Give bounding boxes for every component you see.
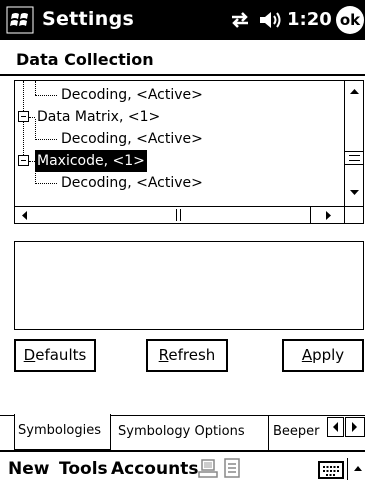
speaker-icon[interactable]: [258, 10, 282, 30]
defaults-label: efaults: [35, 346, 87, 364]
page-header: Data Collection: [0, 40, 365, 76]
connectivity-icon[interactable]: [229, 10, 251, 30]
page-title: Data Collection: [16, 50, 154, 69]
apply-button[interactable]: Apply: [282, 339, 364, 372]
tree-item-label-selected: Maxicode, <1>: [35, 150, 147, 172]
refresh-accelerator: R: [158, 346, 169, 364]
scroll-down-button[interactable]: [345, 183, 363, 203]
sync-icon[interactable]: [198, 458, 218, 480]
scroll-thumb-horizontal[interactable]: [174, 209, 184, 221]
ok-button[interactable]: ok: [336, 6, 364, 34]
defaults-button[interactable]: Defaults: [14, 339, 96, 372]
windows-flag-icon[interactable]: [6, 6, 34, 34]
tab-scroll-left-button[interactable]: [327, 417, 344, 437]
tree-item-maxicode[interactable]: Maxicode, <1>: [15, 150, 344, 172]
horizontal-scrollbar[interactable]: [15, 206, 344, 224]
menu-new[interactable]: New: [8, 459, 49, 479]
scroll-right-button[interactable]: [310, 207, 344, 223]
refresh-label: efresh: [168, 346, 216, 364]
tree-content: Decoding, <Active> Data Matrix, <1> Deco…: [15, 81, 344, 206]
vertical-scrollbar[interactable]: [344, 81, 363, 206]
tree-item-label: Data Matrix, <1>: [37, 109, 161, 125]
scrollbar-corner: [344, 206, 363, 223]
title-bar: Settings 1:20 ok: [0, 0, 365, 40]
apply-label: pply: [312, 346, 345, 364]
tree-connector: [35, 95, 57, 96]
arrow-left-icon[interactable]: [15, 207, 35, 224]
tab-scroll-right-button[interactable]: [345, 417, 365, 437]
document-icon[interactable]: [222, 457, 242, 479]
menu-tools[interactable]: Tools: [59, 459, 108, 479]
collapse-icon[interactable]: [18, 111, 29, 122]
description-panel: [14, 241, 364, 330]
tree-connector: [29, 117, 35, 118]
tree-item-label: Decoding, <Active>: [61, 131, 203, 147]
menu-accounts[interactable]: Accounts: [111, 459, 198, 479]
arrow-up-icon: [350, 89, 359, 94]
menu-bar: New Tools Accounts: [0, 450, 365, 484]
arrow-left-icon: [333, 422, 338, 432]
tree-item-decoding[interactable]: Decoding, <Active>: [15, 128, 344, 150]
tree-item-data-matrix[interactable]: Data Matrix, <1>: [15, 106, 344, 128]
tree-connector: [35, 183, 57, 184]
apply-accelerator: A: [301, 346, 313, 364]
scroll-up-button[interactable]: [345, 81, 363, 101]
arrow-right-icon: [352, 422, 357, 432]
window-title: Settings: [42, 8, 135, 30]
collapse-icon[interactable]: [18, 155, 29, 166]
clock-time[interactable]: 1:20: [287, 9, 332, 30]
header-divider: [0, 74, 365, 76]
scroll-thumb[interactable]: [345, 151, 363, 165]
tree-item-decoding[interactable]: Decoding, <Active>: [15, 84, 344, 106]
defaults-accelerator: D: [23, 346, 36, 364]
refresh-button[interactable]: Refresh: [146, 339, 228, 372]
tree-item-label: Decoding, <Active>: [61, 175, 203, 191]
menu-divider: [347, 458, 348, 480]
arrow-down-icon: [350, 190, 359, 195]
tab-separator: [268, 416, 269, 450]
symbology-tree[interactable]: Decoding, <Active> Data Matrix, <1> Deco…: [14, 80, 364, 224]
tree-item-label: Decoding, <Active>: [61, 87, 203, 103]
tree-connector: [35, 139, 57, 140]
chevron-up-icon[interactable]: [353, 464, 363, 472]
arrow-right-icon: [326, 211, 331, 220]
tree-item-decoding[interactable]: Decoding, <Active>: [15, 172, 344, 194]
tab-beeper[interactable]: Beeper: [273, 415, 328, 450]
tab-symbologies[interactable]: Symbologies: [14, 414, 111, 450]
tab-symbology-options[interactable]: Symbology Options: [118, 415, 268, 450]
keyboard-icon[interactable]: [318, 461, 344, 479]
